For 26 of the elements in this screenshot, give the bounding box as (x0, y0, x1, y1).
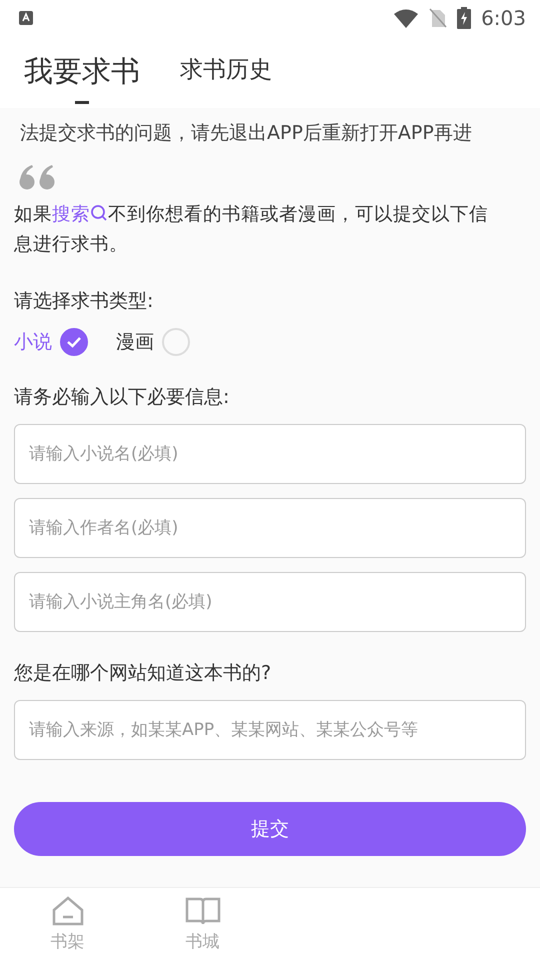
radio-button[interactable] (60, 328, 88, 356)
input-field[interactable]: 请输入小说名(必填) (14, 424, 526, 484)
intro-text: 如果搜索 不到你想看的书籍或者漫画，可以提交以下信息进行求书。 (14, 203, 489, 257)
home-icon[interactable] (50, 896, 84, 926)
input-field[interactable]: 请输入作者名(必填) (14, 498, 526, 558)
type-label[interactable]: 小说 (14, 329, 52, 355)
submit-button[interactable]: 提交 (14, 802, 526, 856)
input-field[interactable]: 请输入小说主角名(必填) (14, 572, 526, 632)
type-label[interactable]: 漫画 (116, 329, 154, 355)
tab[interactable]: 求书历史 (180, 41, 272, 103)
keyboard-icon (18, 10, 34, 26)
nav-item[interactable]: 书城 (135, 888, 270, 960)
book-icon[interactable] (184, 896, 220, 926)
search-icon[interactable] (90, 204, 108, 222)
no-sim-icon (429, 8, 448, 28)
tab[interactable]: 我要求书 (24, 38, 140, 106)
required-prompt: 请务必输入以下必要信息: (14, 385, 230, 410)
status-time: 6:03 (481, 6, 526, 30)
input-field[interactable]: 请输入来源，如某某APP、某某网站、某某公众号等 (14, 700, 526, 760)
search-link[interactable]: 搜索 (52, 204, 108, 225)
notice-text: 法提交求书的问题，请先退出APP后重新打开APP再进 (20, 121, 472, 146)
type-prompt: 请选择求书类型: (14, 289, 154, 314)
nav-item[interactable]: 书架 (0, 888, 135, 960)
wifi-icon (393, 8, 420, 28)
source-prompt: 您是在哪个网站知道这本书的? (14, 661, 272, 686)
battery-icon (457, 7, 472, 29)
